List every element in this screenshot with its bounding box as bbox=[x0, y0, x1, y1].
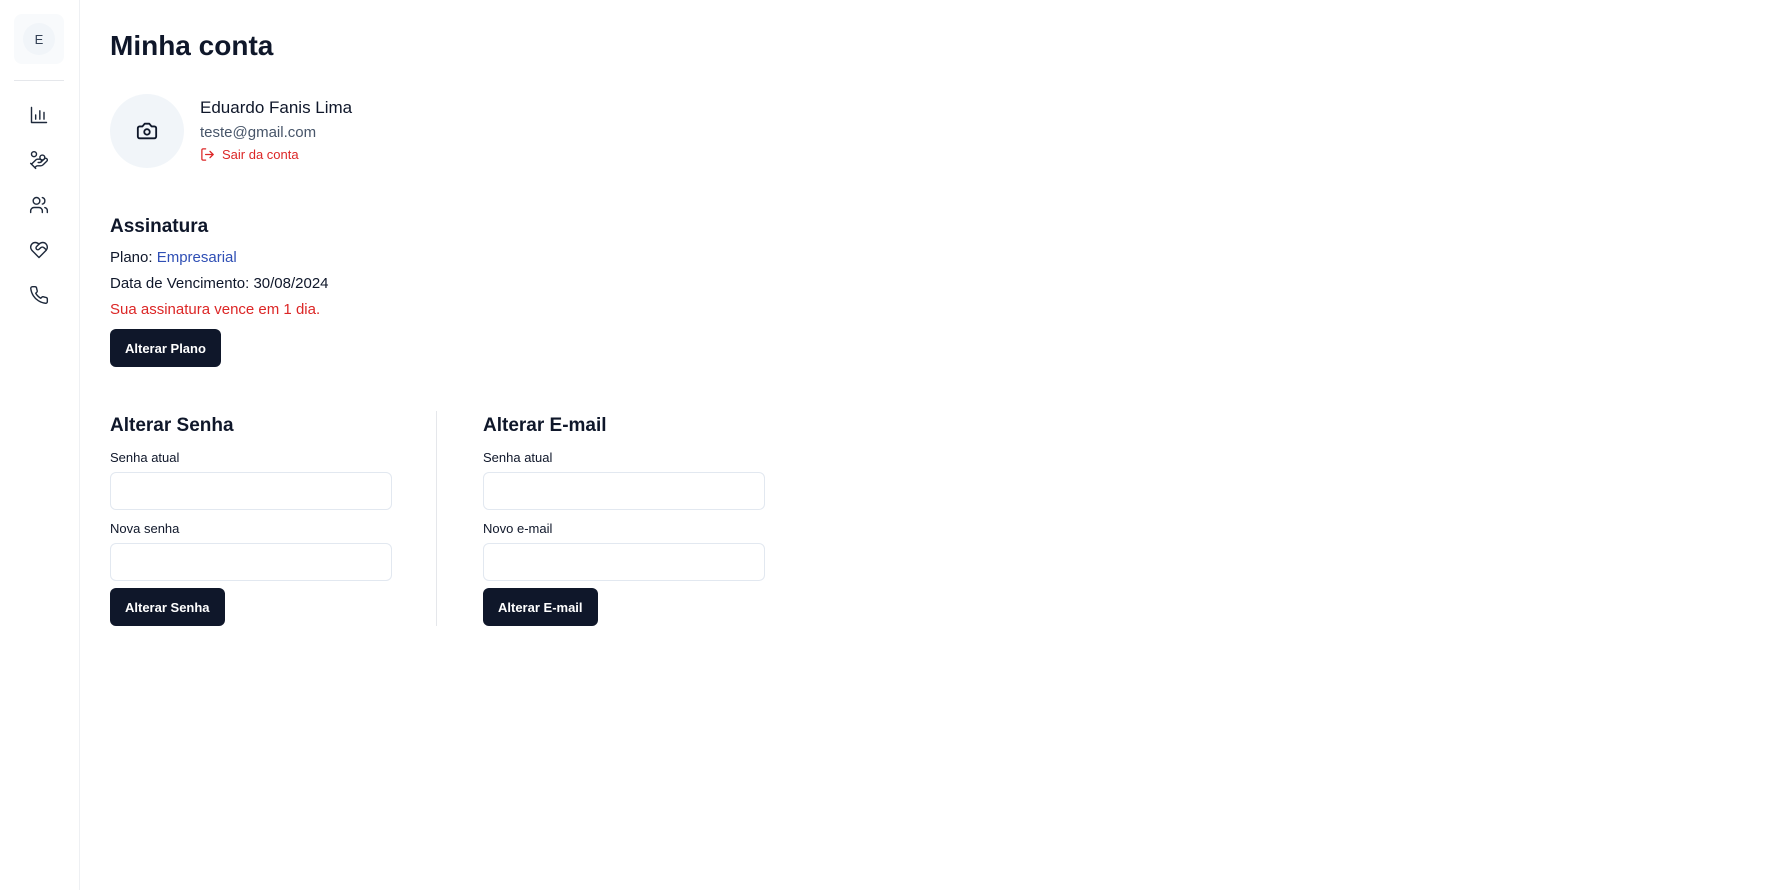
sidebar-item-partners[interactable] bbox=[24, 235, 54, 265]
sidebar-item-contact[interactable] bbox=[24, 280, 54, 310]
new-password-field[interactable] bbox=[110, 543, 392, 581]
new-email-field[interactable] bbox=[483, 543, 765, 581]
user-email: teste@gmail.com bbox=[200, 124, 317, 141]
plan-label: Plano: bbox=[110, 249, 157, 266]
log-out-icon bbox=[201, 148, 214, 161]
change-email-title: Alterar E-mail bbox=[483, 415, 607, 436]
email-current-password-label: Senha atual bbox=[483, 450, 553, 465]
section-divider bbox=[436, 411, 437, 626]
sidebar-item-users[interactable] bbox=[24, 190, 54, 220]
change-plan-button[interactable]: Alterar Plano bbox=[110, 329, 221, 367]
heart-handshake-icon bbox=[29, 241, 49, 259]
change-email-button[interactable]: Alterar E-mail bbox=[483, 588, 598, 626]
due-date-label: Data de Vencimento: bbox=[110, 275, 254, 292]
camera-icon bbox=[136, 122, 158, 140]
plan-info: Plano: Empresarial bbox=[110, 249, 237, 266]
current-password-field[interactable] bbox=[110, 472, 392, 510]
email-current-password-field[interactable] bbox=[483, 472, 765, 510]
sidebar-item-finance[interactable] bbox=[24, 145, 54, 175]
user-name: Eduardo Fanis Lima bbox=[200, 98, 353, 117]
sidebar: E bbox=[0, 0, 80, 890]
current-password-label: Senha atual bbox=[110, 450, 180, 465]
bar-chart-icon bbox=[30, 106, 48, 124]
sidebar-divider bbox=[14, 80, 64, 81]
due-date-value: 30/08/2024 bbox=[253, 275, 329, 292]
change-password-button[interactable]: Alterar Senha bbox=[110, 588, 225, 626]
sidebar-item-dashboard[interactable] bbox=[24, 100, 54, 130]
logout-label: Sair da conta bbox=[222, 147, 299, 162]
avatar-button[interactable]: E bbox=[14, 14, 64, 64]
plan-value: Empresarial bbox=[156, 249, 237, 266]
due-date-info: Data de Vencimento: 30/08/2024 bbox=[110, 275, 329, 292]
profile-photo-button[interactable] bbox=[110, 94, 184, 168]
users-icon bbox=[29, 196, 49, 214]
change-password-title: Alterar Senha bbox=[110, 415, 234, 436]
subscription-title: Assinatura bbox=[110, 216, 209, 237]
hand-coins-icon bbox=[29, 150, 49, 170]
expiry-warning: Sua assinatura vence em 1 dia. bbox=[110, 301, 321, 318]
logout-link[interactable]: Sair da conta bbox=[200, 147, 299, 162]
new-email-label: Novo e-mail bbox=[483, 521, 553, 536]
page-title: Minha conta bbox=[110, 30, 274, 61]
avatar: E bbox=[23, 23, 55, 55]
new-password-label: Nova senha bbox=[110, 521, 180, 536]
phone-icon bbox=[30, 285, 49, 304]
